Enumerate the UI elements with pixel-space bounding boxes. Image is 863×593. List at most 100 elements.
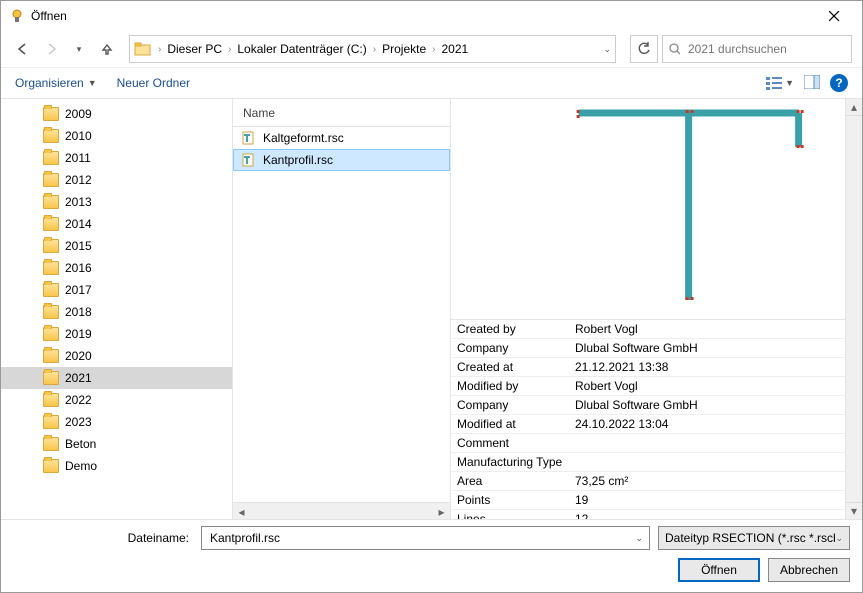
- chevron-right-icon: ›: [371, 44, 378, 55]
- open-button-label: Öffnen: [701, 563, 737, 577]
- tree-item-label: 2017: [65, 283, 92, 297]
- folder-icon: [43, 151, 59, 165]
- help-button[interactable]: ?: [830, 74, 848, 92]
- tree-item[interactable]: Beton: [1, 433, 232, 455]
- tree-item[interactable]: 2012: [1, 169, 232, 191]
- tree-item[interactable]: 2017: [1, 279, 232, 301]
- file-item[interactable]: Kaltgeformt.rsc: [233, 127, 450, 149]
- tree-item[interactable]: 2023: [1, 411, 232, 433]
- tree-item[interactable]: 2015: [1, 235, 232, 257]
- detail-value: 19: [571, 493, 862, 507]
- detail-row: Points19: [451, 491, 862, 510]
- cancel-button-label: Abbrechen: [780, 563, 838, 577]
- tree-item[interactable]: 2009: [1, 103, 232, 125]
- filename-input[interactable]: [208, 530, 635, 546]
- file-type-combobox[interactable]: Dateityp RSECTION (*.rsc *.rscb ⌄: [658, 526, 850, 550]
- tree-item[interactable]: 2021: [1, 367, 232, 389]
- file-list[interactable]: Kaltgeformt.rsc Kantprofil.rsc: [233, 127, 450, 502]
- detail-row: CompanyDlubal Software GmbH: [451, 396, 862, 415]
- chevron-down-icon[interactable]: ⌄: [635, 533, 643, 544]
- filename-label: Dateiname:: [13, 531, 193, 545]
- detail-key: Modified by: [451, 379, 571, 393]
- folder-icon: [134, 40, 152, 58]
- detail-key: Comment: [451, 436, 571, 450]
- folder-icon: [43, 261, 59, 275]
- close-button[interactable]: [814, 3, 854, 29]
- recent-dropdown[interactable]: ▾: [67, 37, 91, 61]
- search-input[interactable]: [686, 41, 845, 57]
- tree-item-label: 2015: [65, 239, 92, 253]
- detail-key: Lines: [451, 512, 571, 519]
- refresh-button[interactable]: [630, 35, 658, 63]
- detail-key: Company: [451, 398, 571, 412]
- up-button[interactable]: [95, 37, 119, 61]
- tree-item-label: Demo: [65, 459, 97, 473]
- horizontal-scrollbar[interactable]: ◂ ▸: [233, 502, 450, 519]
- tree-item[interactable]: 2019: [1, 323, 232, 345]
- folder-tree[interactable]: 200920102011 2012 2013 2014 2015 2016 2017 2018…: [1, 99, 233, 519]
- scroll-up-icon[interactable]: ▴: [846, 99, 862, 116]
- file-item[interactable]: Kantprofil.rsc: [233, 149, 450, 171]
- tree-item-label: 2012: [65, 173, 92, 187]
- preview-pane-button[interactable]: [804, 75, 820, 92]
- filename-combobox[interactable]: ⌄: [201, 526, 650, 550]
- file-item-label: Kantprofil.rsc: [263, 153, 333, 167]
- tree-item-label: 2016: [65, 261, 92, 275]
- back-icon: [16, 42, 30, 56]
- detail-row: Modified at24.10.2022 13:04: [451, 415, 862, 434]
- organize-menu[interactable]: Organisieren ▼: [15, 76, 97, 90]
- forward-button[interactable]: [39, 37, 63, 61]
- search-box[interactable]: [662, 35, 852, 63]
- folder-icon: [43, 437, 59, 451]
- breadcrumb[interactable]: Dieser PC: [163, 40, 226, 58]
- new-folder-button[interactable]: Neuer Ordner: [117, 76, 190, 90]
- breadcrumb[interactable]: Projekte: [378, 40, 430, 58]
- breadcrumb[interactable]: Lokaler Datenträger (C:): [233, 40, 370, 58]
- address-bar[interactable]: › Dieser PC › Lokaler Datenträger (C:) ›…: [129, 35, 616, 63]
- folder-icon: [43, 195, 59, 209]
- tree-item[interactable]: 2011: [1, 147, 232, 169]
- tree-item[interactable]: 2022: [1, 389, 232, 411]
- tree-item-label: 2018: [65, 305, 92, 319]
- chevron-right-icon: ›: [226, 44, 233, 55]
- tree-item[interactable]: 2018: [1, 301, 232, 323]
- detail-row: Comment: [451, 434, 862, 453]
- folder-icon: [43, 129, 59, 143]
- chevron-down-icon[interactable]: ⌄: [603, 44, 611, 55]
- open-dialog: Öffnen ▾ › Dieser PC › Lokaler Datenträg…: [0, 0, 863, 593]
- view-mode-button[interactable]: ▼: [766, 76, 794, 90]
- tree-item-label: 2020: [65, 349, 92, 363]
- organize-label: Organisieren: [15, 76, 84, 90]
- tree-item-label: 2022: [65, 393, 92, 407]
- folder-icon: [43, 217, 59, 231]
- chevron-down-icon: ▾: [77, 44, 82, 55]
- tree-item[interactable]: 2014: [1, 213, 232, 235]
- file-type-label: Dateityp RSECTION (*.rsc *.rscb: [665, 531, 835, 545]
- folder-icon: [43, 107, 59, 121]
- scroll-left-icon[interactable]: ◂: [233, 503, 250, 520]
- folder-icon: [43, 173, 59, 187]
- section-preview-icon: [568, 105, 828, 305]
- tree-item-label: 2014: [65, 217, 92, 231]
- vertical-scrollbar[interactable]: ▴ ▾: [845, 99, 862, 519]
- column-headers: Name: [233, 99, 450, 127]
- scroll-down-icon[interactable]: ▾: [846, 502, 862, 519]
- detail-row: Area73,25 cm²: [451, 472, 862, 491]
- detail-value: Dlubal Software GmbH: [571, 398, 862, 412]
- back-button[interactable]: [11, 37, 35, 61]
- tree-item[interactable]: 2020: [1, 345, 232, 367]
- detail-row: Modified byRobert Vogl: [451, 377, 862, 396]
- cancel-button[interactable]: Abbrechen: [768, 558, 850, 582]
- scroll-right-icon[interactable]: ▸: [433, 503, 450, 520]
- tree-item[interactable]: 2016: [1, 257, 232, 279]
- open-button[interactable]: Öffnen: [678, 558, 760, 582]
- tree-item[interactable]: Demo: [1, 455, 232, 477]
- tree-item[interactable]: 2013: [1, 191, 232, 213]
- column-header-name[interactable]: Name: [233, 106, 450, 120]
- file-item-label: Kaltgeformt.rsc: [263, 131, 344, 145]
- detail-value: Dlubal Software GmbH: [571, 341, 862, 355]
- folder-icon: [43, 371, 59, 385]
- bottom-panel: Dateiname: ⌄ Dateityp RSECTION (*.rsc *.…: [1, 519, 862, 592]
- breadcrumb[interactable]: 2021: [437, 40, 472, 58]
- tree-item[interactable]: 2010: [1, 125, 232, 147]
